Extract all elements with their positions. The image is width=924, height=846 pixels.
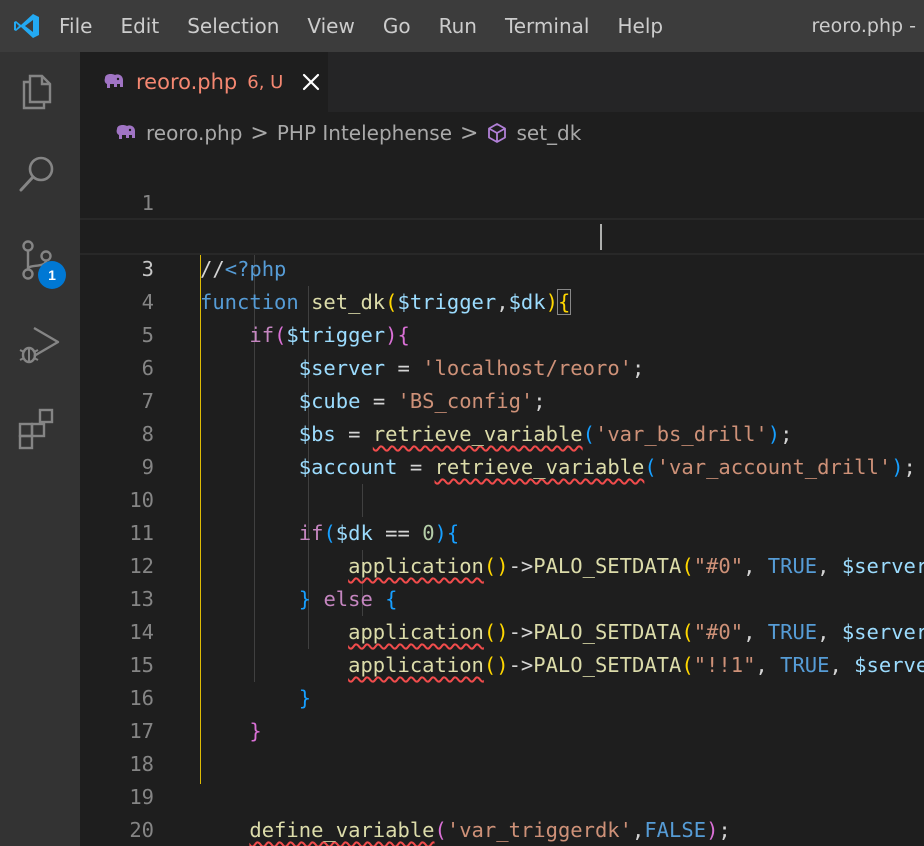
- files-icon[interactable]: [16, 68, 60, 112]
- tab-reoro-php[interactable]: reoro.php 6, U: [80, 52, 328, 112]
- search-icon[interactable]: [16, 152, 60, 196]
- code-line-15: 15 }: [80, 616, 924, 710]
- code-line-17: 17: [80, 682, 924, 743]
- code-line-6: 6 $cube = 'BS_config';: [80, 319, 924, 413]
- code-editor[interactable]: 1 2 //<?php 3 function set_dk($trigger,$…: [80, 154, 924, 846]
- menu-run[interactable]: Run: [425, 0, 491, 52]
- code-line-11: 11 application()->PALO_SETDATA("#0", TRU…: [80, 484, 924, 578]
- text-cursor: [600, 224, 602, 250]
- code-line-16: 16 }: [80, 649, 924, 743]
- code-line-4: 4 if($trigger){: [80, 253, 924, 347]
- code-line-10: 10 if($dk == 0){: [80, 451, 924, 545]
- source-control-badge: 1: [38, 261, 66, 289]
- tab-bar: reoro.php 6, U: [80, 52, 924, 112]
- tab-label: reoro.php: [136, 70, 238, 94]
- code-line-2: 2 //<?php: [80, 187, 924, 281]
- extensions-icon[interactable]: [16, 406, 60, 450]
- breadcrumb: reoro.php > PHP Intelephense > set_dk: [80, 112, 924, 154]
- breadcrumb-language-server[interactable]: PHP Intelephense: [277, 121, 452, 145]
- menu-edit[interactable]: Edit: [106, 0, 173, 52]
- title-bar: File Edit Selection View Go Run Terminal…: [0, 0, 924, 52]
- code-line-18: 18: [80, 715, 924, 776]
- code-line-8: 8 $account = retrieve_variable('var_acco…: [80, 385, 924, 479]
- breadcrumb-separator: >: [250, 120, 269, 146]
- code-line-1: 1: [80, 154, 924, 215]
- code-line-9: 9: [80, 418, 924, 479]
- menu-view[interactable]: View: [293, 0, 368, 52]
- method-symbol-icon: [488, 123, 507, 143]
- window-title: reoro.php -: [811, 15, 917, 37]
- php-elephant-icon: [116, 125, 135, 139]
- run-debug-icon[interactable]: [16, 322, 60, 366]
- code-line-7: 7 $bs = retrieve_variable('var_bs_drill'…: [80, 352, 924, 446]
- menu-selection[interactable]: Selection: [173, 0, 293, 52]
- vscode-logo-icon[interactable]: [13, 12, 41, 40]
- breadcrumb-symbol[interactable]: set_dk: [516, 121, 581, 145]
- code-line-14: 14 application()->PALO_SETDATA("!!1", TR…: [80, 583, 924, 677]
- code-line-13: 13 application()->PALO_SETDATA("#0", TRU…: [80, 550, 924, 644]
- code-text: define_variable('var_triggerdk',FALSE);: [249, 818, 731, 842]
- menu-help[interactable]: Help: [603, 0, 677, 52]
- breadcrumb-file[interactable]: reoro.php: [146, 121, 242, 145]
- code-line-19: 19 define_variable('var_triggerdk',FALSE…: [80, 748, 924, 842]
- breadcrumb-separator: >: [460, 120, 479, 146]
- code-line-3: 3 function set_dk($trigger,$dk){: [80, 218, 924, 315]
- menu-file[interactable]: File: [59, 0, 106, 52]
- tab-status-badge: 6, U: [247, 71, 284, 93]
- code-line-12: 12 } else {: [80, 517, 924, 611]
- php-elephant-icon: [104, 74, 123, 88]
- line-number: 20: [129, 818, 154, 842]
- menu-terminal[interactable]: Terminal: [491, 0, 604, 52]
- activity-bar: 1: [0, 52, 80, 846]
- menu-bar: File Edit Selection View Go Run Terminal…: [59, 0, 677, 52]
- code-line-20: 20 }: [80, 781, 924, 842]
- code-line-5: 5 $server = 'localhost/reoro';: [80, 286, 924, 380]
- close-icon[interactable]: [301, 72, 321, 92]
- menu-go[interactable]: Go: [369, 0, 425, 52]
